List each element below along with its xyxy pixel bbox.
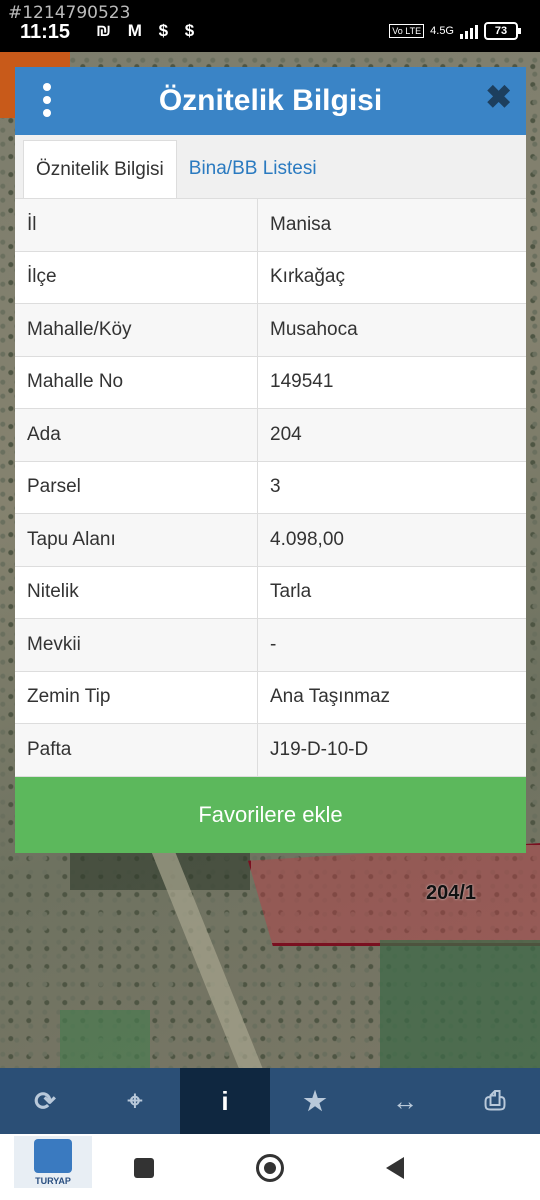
print-icon[interactable]: ⎙ [450, 1068, 540, 1134]
row-key: Nitelik [15, 566, 258, 618]
row-value: 149541 [270, 371, 334, 393]
table-row: Zemin Tip Ana Taşınmaz [15, 671, 526, 724]
row-key: Parsel [15, 461, 258, 513]
row-key: Pafta [15, 724, 258, 776]
table-row: Mevkii - [15, 619, 526, 672]
table-row: Pafta J19-D-10-D [15, 724, 526, 777]
table-row: Mahalle/Köy Musahoca [15, 304, 526, 357]
table-row: İlçe Kırkağaç [15, 251, 526, 304]
row-value: Musahoca [270, 318, 358, 340]
tab-bar: Öznitelik Bilgisi Bina/BB Listesi [15, 135, 526, 199]
row-value: Manisa [270, 213, 332, 235]
table-row: Tapu Alanı 4.098,00 [15, 514, 526, 567]
modal-title: Öznitelik Bilgisi [158, 84, 383, 117]
info-icon[interactable]: i [180, 1068, 270, 1134]
table-row: İl Manisa [15, 199, 526, 252]
logo-text: TURYAP [35, 1176, 71, 1186]
row-value: Kırkağaç [270, 266, 345, 288]
table-row: Mahalle No 149541 [15, 356, 526, 409]
handshake-icon [34, 1139, 72, 1173]
battery-level: 73 [494, 25, 508, 37]
tab-attribute-info[interactable]: Öznitelik Bilgisi [23, 140, 177, 198]
parcel-number-label: 204/1 [426, 882, 477, 904]
map-field [60, 1010, 150, 1068]
tab-building-list[interactable]: Bina/BB Listesi [177, 140, 329, 198]
home-icon[interactable] [256, 1154, 284, 1182]
row-value: J19-D-10-D [270, 738, 369, 760]
table-row: Nitelik Tarla [15, 566, 526, 619]
refresh-icon[interactable]: ⟳ [0, 1068, 90, 1134]
bottom-toolbar: ⟳ ⌖ i ★ ↔ ⎙ [0, 1068, 540, 1134]
map-parcel-highlight[interactable] [248, 842, 540, 946]
row-key: Mahalle No [15, 356, 258, 408]
measure-icon[interactable]: ↔ [360, 1068, 450, 1134]
add-to-favorites-button[interactable]: Favorilere ekle [15, 776, 526, 853]
row-value: - [270, 633, 277, 655]
row-key: İl [15, 199, 258, 251]
row-key: Ada [15, 409, 258, 461]
row-value: 4.098,00 [270, 528, 344, 550]
row-key: Mevkii [15, 619, 258, 671]
notification-icons: ₪ M $ $ [96, 21, 201, 40]
more-menu-icon[interactable] [41, 83, 53, 117]
row-key: İlçe [15, 251, 258, 303]
attribute-info-modal: Öznitelik Bilgisi ✖ Öznitelik Bilgisi Bi… [15, 67, 526, 853]
row-key: Zemin Tip [15, 671, 258, 723]
attribute-table: İl Manisa İlçe Kırkağaç Mahalle/Köy Musa… [15, 199, 526, 777]
close-icon[interactable]: ✖ [485, 81, 512, 113]
status-time: 11:15 [20, 21, 71, 43]
network-type: 4.5G [430, 25, 454, 37]
recent-apps-icon[interactable] [134, 1158, 154, 1178]
status-right-group: Vo LTE 4.5G 73 [389, 22, 521, 40]
row-key: Mahalle/Köy [15, 304, 258, 356]
row-value: 3 [270, 476, 281, 498]
modal-header: Öznitelik Bilgisi ✖ [15, 67, 526, 135]
watermark-text: #1214790523 [8, 3, 131, 23]
table-row: Ada 204 [15, 409, 526, 462]
system-nav-bar: TURYAP [0, 1134, 540, 1200]
back-icon[interactable] [386, 1157, 404, 1179]
row-key: Tapu Alanı [15, 514, 258, 566]
row-value: Tarla [270, 581, 312, 603]
status-bar: #1214790523 11:15 ₪ M $ $ Vo LTE 4.5G 73 [0, 0, 540, 52]
table-row: Parsel 3 [15, 461, 526, 514]
volte-icon: Vo LTE [389, 24, 425, 38]
row-value: Ana Taşınmaz [270, 686, 391, 708]
turyap-logo: TURYAP [14, 1136, 92, 1188]
signal-icon [460, 23, 478, 39]
map-field [380, 940, 540, 1068]
star-icon[interactable]: ★ [270, 1068, 360, 1134]
crosshair-icon[interactable]: ⌖ [90, 1068, 180, 1134]
battery-icon: 73 [484, 22, 521, 40]
row-value: 204 [270, 423, 302, 445]
